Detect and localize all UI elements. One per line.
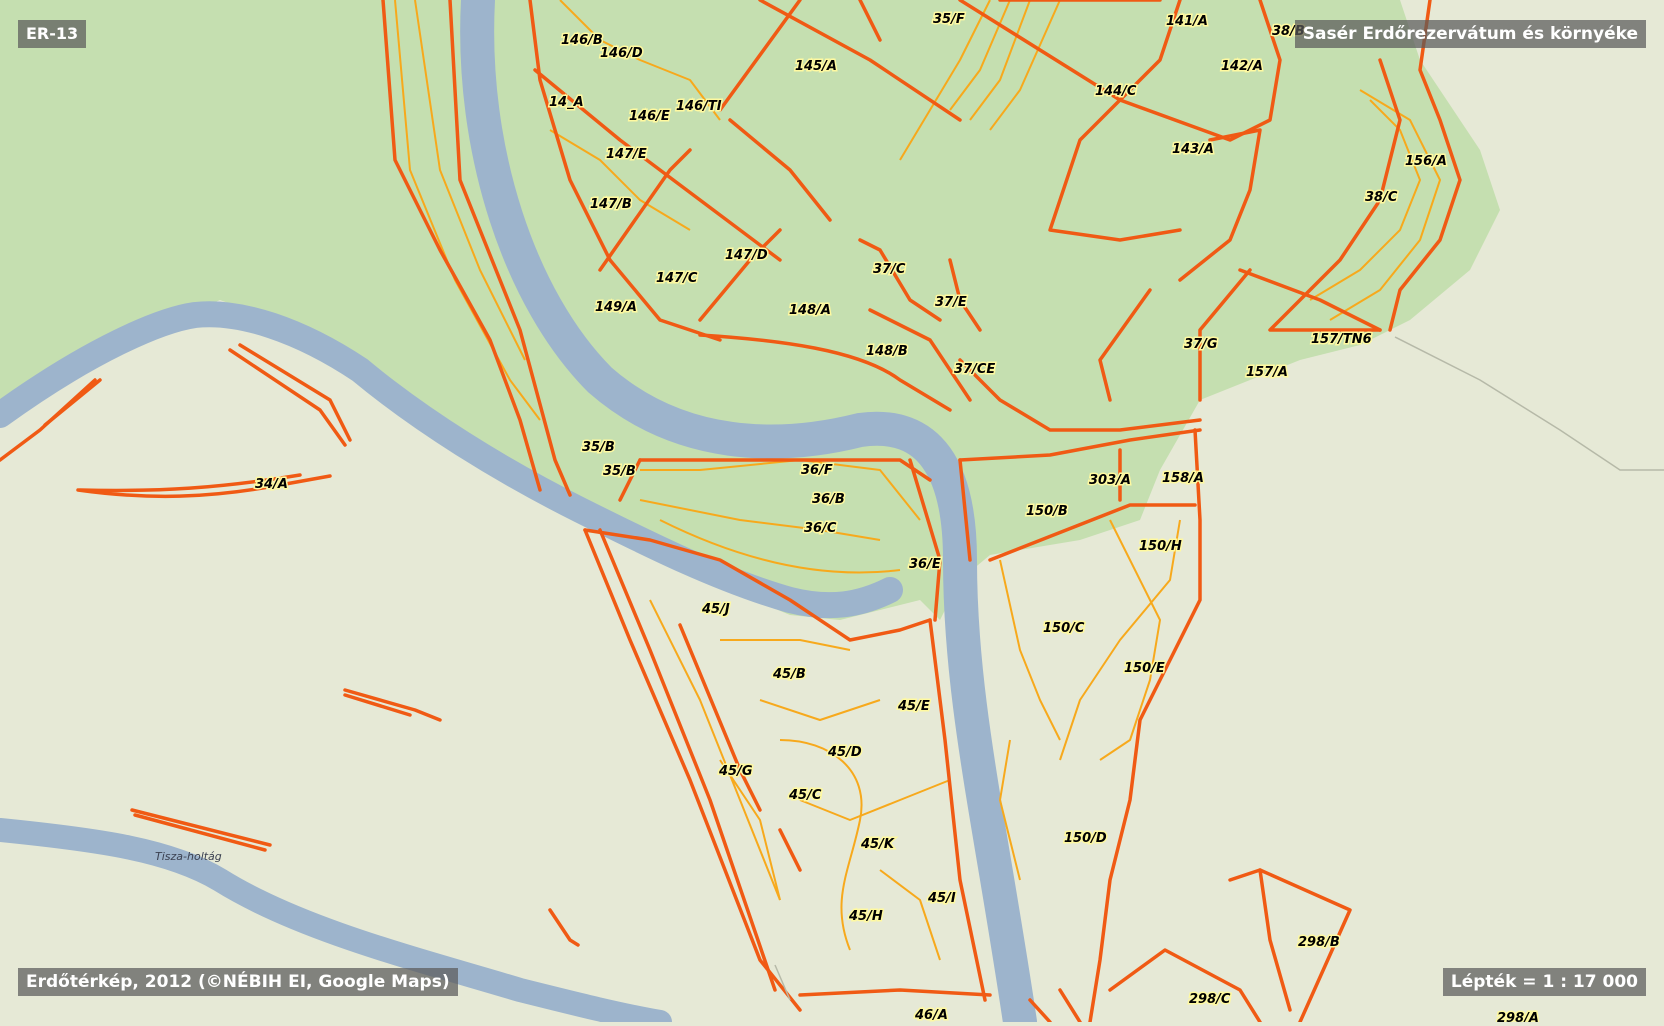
parcel-label[interactable]: 37/CE xyxy=(953,361,997,379)
parcel-label[interactable]: 37/E xyxy=(934,294,969,312)
parcel-label[interactable]: 298/B xyxy=(1297,934,1342,952)
parcel-label[interactable]: 36/C xyxy=(803,520,839,538)
map-title-badge: Sasér Erdőrezervátum és környéke xyxy=(1294,20,1646,48)
parcel-label[interactable]: 38/C xyxy=(1364,189,1400,207)
parcel-label[interactable]: 46/A xyxy=(913,1007,950,1025)
parcel-label[interactable]: 147/B xyxy=(589,196,634,214)
parcel-label[interactable]: 35/B xyxy=(581,439,617,457)
parcel-label[interactable]: 37/G xyxy=(1183,336,1220,354)
parcel-label[interactable]: 45/E xyxy=(896,698,932,716)
parcel-label[interactable]: 156/A xyxy=(1404,153,1449,171)
parcel-label[interactable]: 45/D xyxy=(826,744,864,762)
parcel-label[interactable]: 150/C xyxy=(1042,620,1087,638)
parcel-label[interactable]: 45/J xyxy=(700,601,732,619)
parcel-label[interactable]: 45/G xyxy=(717,763,755,781)
parcel-label[interactable]: 34/A xyxy=(254,476,290,494)
parcel-label[interactable]: 145/A xyxy=(794,58,839,76)
parcel-label[interactable]: 144/C xyxy=(1094,83,1139,101)
parcel-label[interactable]: 157/A xyxy=(1245,364,1290,382)
map-canvas: Tisza-holtág 146/B 146/D 145/A 35/F 141/… xyxy=(0,0,1664,1026)
scale-badge: Lépték = 1 : 17 000 xyxy=(1442,968,1646,996)
parcel-label[interactable]: 147/D xyxy=(724,247,770,265)
parcel-label[interactable]: 45/K xyxy=(859,836,897,854)
parcel-label[interactable]: 146/TI xyxy=(675,98,724,116)
parcel-label[interactable]: 157/TN6 xyxy=(1310,331,1374,349)
parcel-label[interactable]: 35/B xyxy=(602,463,638,481)
parcel-label[interactable]: 303/A xyxy=(1088,472,1133,490)
parcel-label[interactable]: 146/D xyxy=(599,45,645,63)
parcel-label[interactable]: 142/A xyxy=(1220,58,1265,76)
attribution-badge: Erdőtérkép, 2012 (©NÉBIH EI, Google Maps… xyxy=(18,968,458,996)
parcel-label[interactable]: 150/B xyxy=(1025,503,1070,521)
parcel-label[interactable]: 45/I xyxy=(926,890,958,908)
parcel-label[interactable]: 146/E xyxy=(628,108,672,126)
parcel-label[interactable]: 147/C xyxy=(655,270,700,288)
parcel-label[interactable]: 45/C xyxy=(787,787,824,805)
parcel-label[interactable]: 147/E xyxy=(605,146,649,164)
parcel-label[interactable]: 298/A xyxy=(1496,1010,1541,1026)
parcel-label[interactable]: 14_A xyxy=(548,94,586,112)
parcel-label[interactable]: 36/E xyxy=(908,556,943,574)
parcel-label[interactable]: 143/A xyxy=(1171,141,1216,159)
parcel-label[interactable]: 35/F xyxy=(932,11,967,29)
river-label: Tisza-holtág xyxy=(155,850,222,863)
parcel-label[interactable]: 150/D xyxy=(1063,830,1109,848)
parcel-label[interactable]: 45/B xyxy=(771,666,808,684)
parcel-label[interactable]: 149/A xyxy=(594,299,639,317)
parcel-label[interactable]: 150/H xyxy=(1138,538,1184,556)
parcel-label[interactable]: 150/E xyxy=(1123,660,1167,678)
parcel-label[interactable]: 141/A xyxy=(1165,13,1210,31)
parcel-label[interactable]: 148/B xyxy=(865,343,910,361)
parcel-label[interactable]: 148/A xyxy=(788,302,833,320)
parcel-label[interactable]: 298/C xyxy=(1188,991,1233,1009)
parcel-label[interactable]: 158/A xyxy=(1161,470,1206,488)
forest-map[interactable]: Tisza-holtág 146/B 146/D 145/A 35/F 141/… xyxy=(0,0,1664,1026)
parcel-label[interactable]: 37/C xyxy=(872,261,908,279)
parcel-label[interactable]: 36/B xyxy=(811,491,847,509)
map-code-badge: ER-13 xyxy=(18,20,87,48)
parcel-label[interactable]: 36/F xyxy=(800,462,835,480)
parcel-label[interactable]: 146/B xyxy=(560,32,605,50)
parcel-label[interactable]: 45/H xyxy=(847,908,885,926)
